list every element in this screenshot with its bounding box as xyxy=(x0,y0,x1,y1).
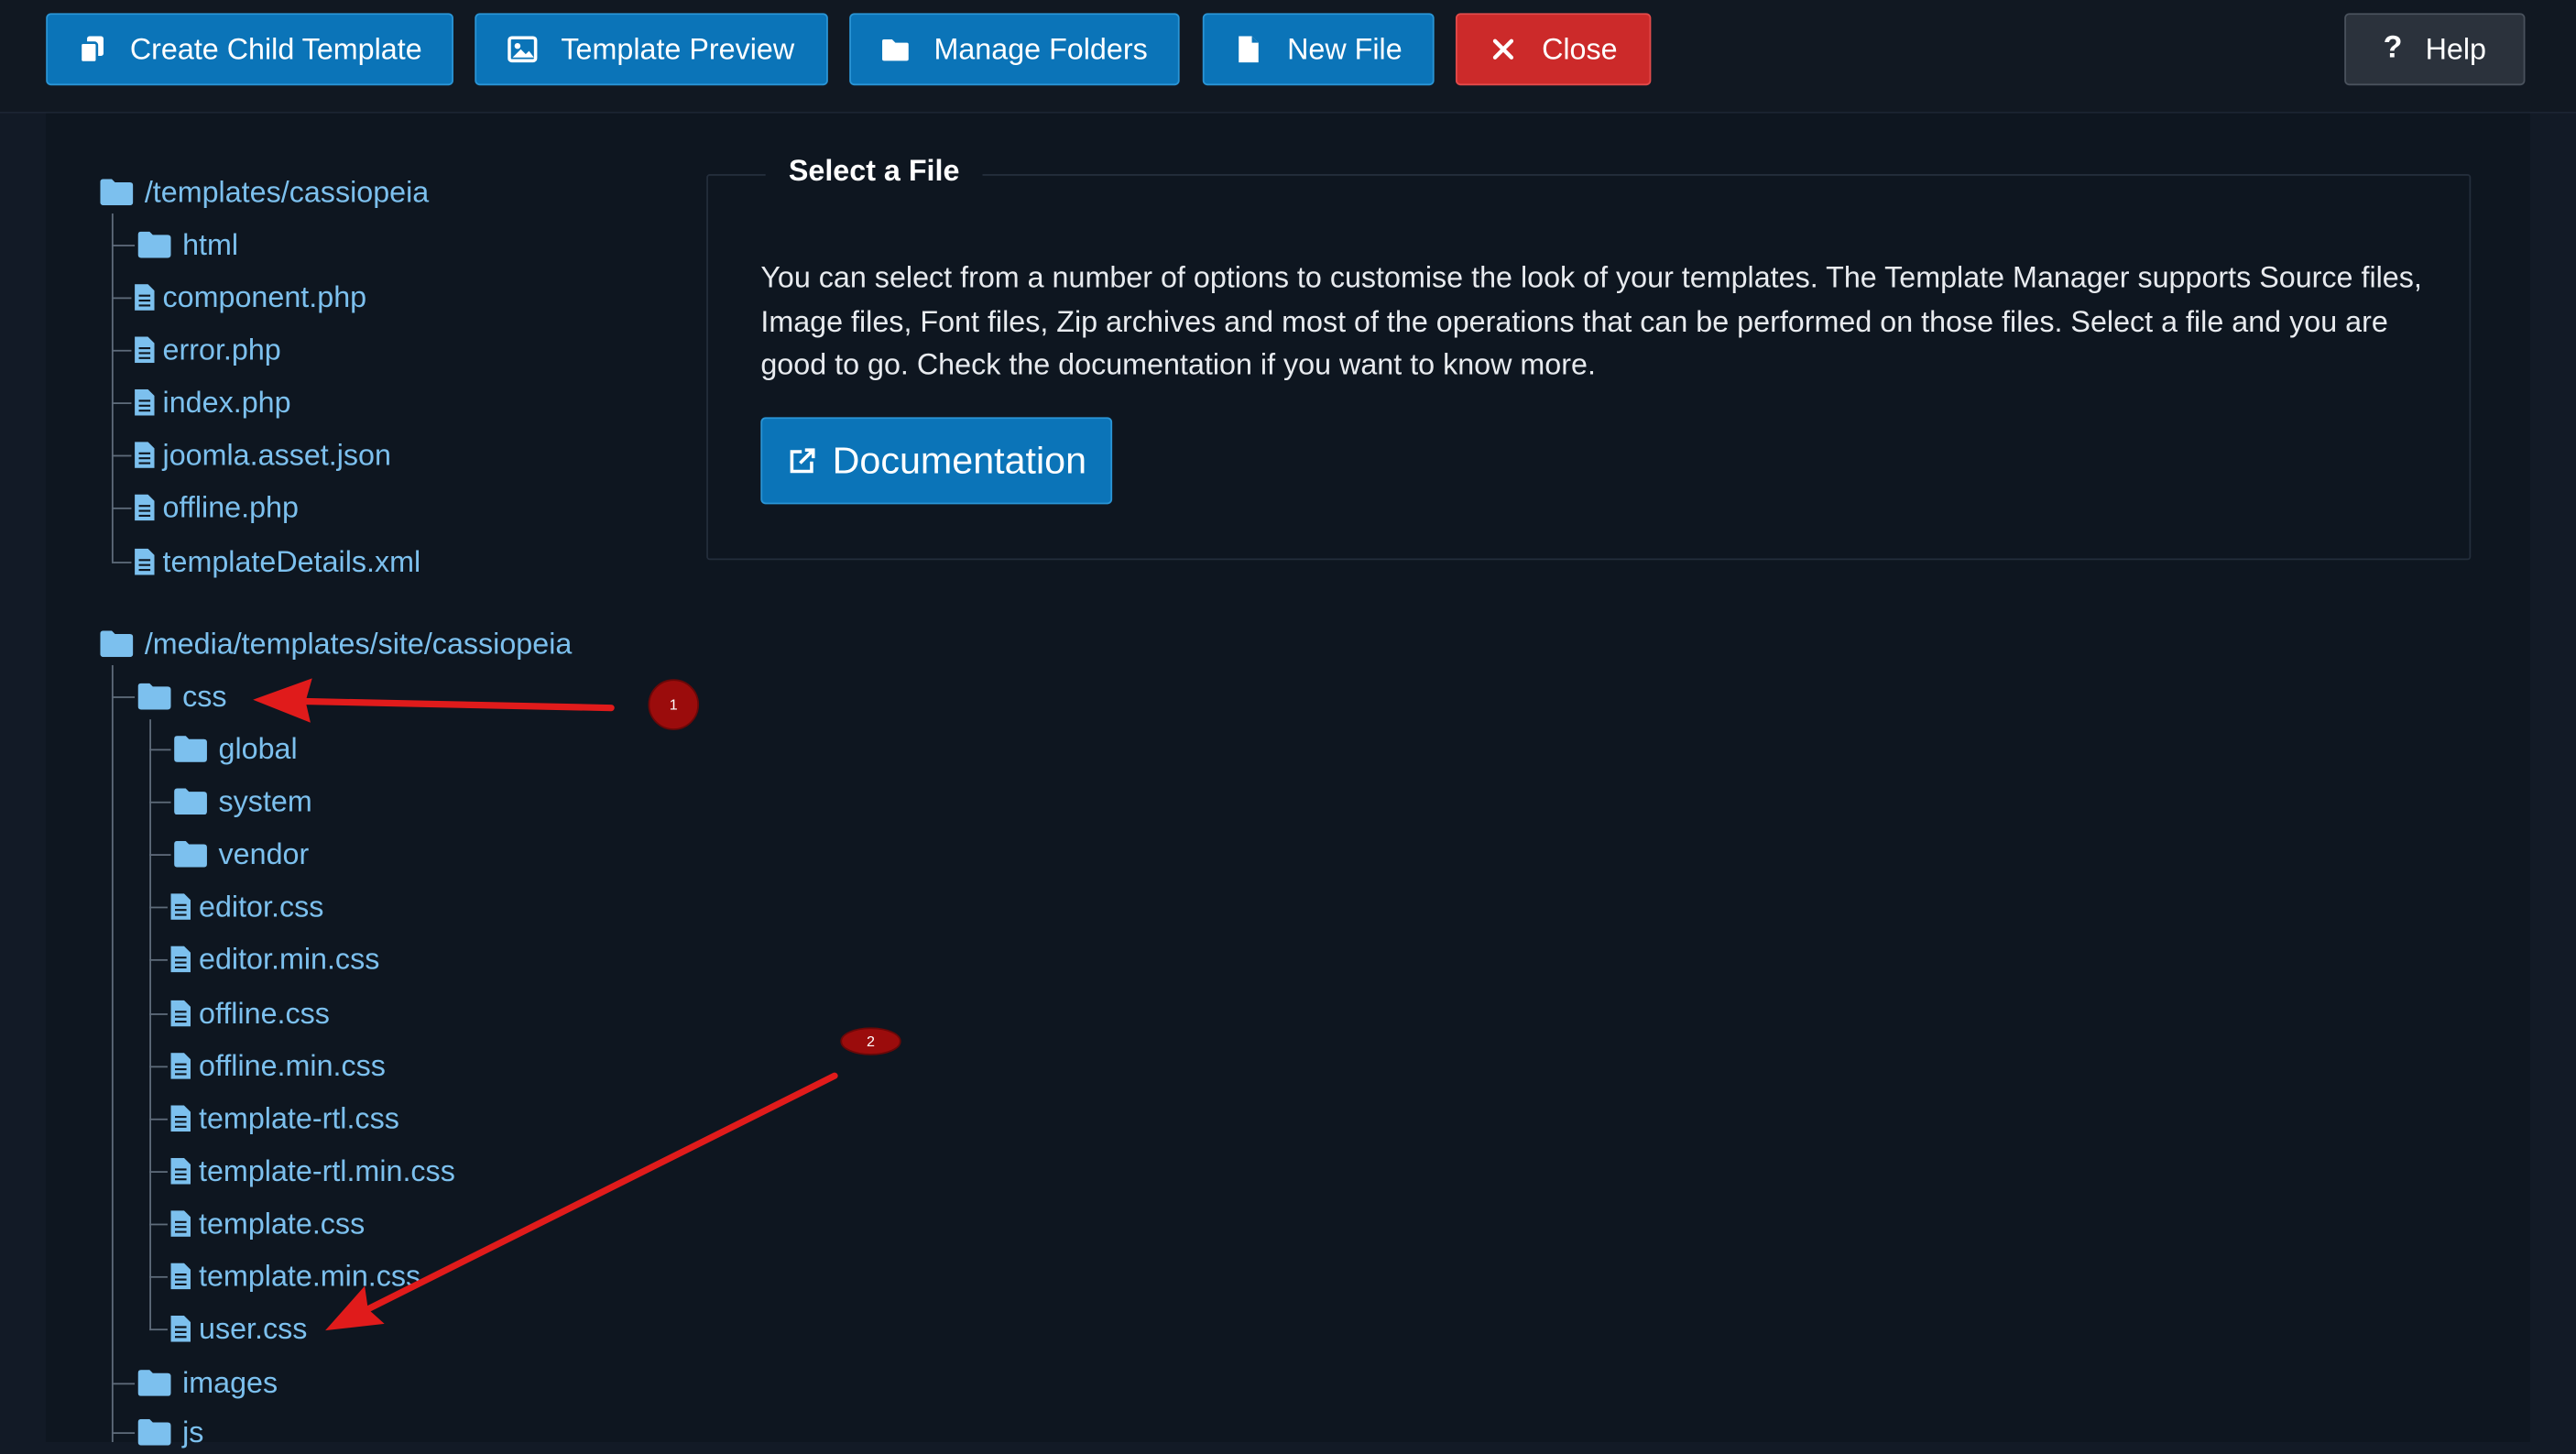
tree-root-label: /media/templates/site/cassiopeia xyxy=(144,626,573,660)
folder-icon xyxy=(174,788,207,815)
file-text-icon xyxy=(135,548,155,575)
file-text-icon xyxy=(135,336,155,364)
tree-folder-js[interactable]: js xyxy=(137,1411,204,1454)
tree-file-label: template.min.css xyxy=(199,1259,421,1292)
tree-file[interactable]: joomla.asset.json xyxy=(135,433,391,476)
tree-folder-label: js xyxy=(182,1415,204,1449)
file-text-icon xyxy=(170,1053,191,1079)
tree-folder-vendor[interactable]: vendor xyxy=(174,833,309,876)
tree-folder-label: global xyxy=(218,731,298,765)
tree-folder-global[interactable]: global xyxy=(174,727,298,771)
tree-root-media[interactable]: /media/templates/site/cassiopeia xyxy=(100,622,572,665)
file-text-icon xyxy=(170,1157,191,1185)
tree-file-label: error.php xyxy=(162,333,281,366)
file-text-icon xyxy=(170,1210,191,1237)
file-text-icon xyxy=(135,442,155,468)
tree-file[interactable]: index.php xyxy=(135,381,291,424)
file-text-icon xyxy=(170,1263,191,1290)
file-text-icon xyxy=(135,494,155,521)
tree-root-label: /templates/cassiopeia xyxy=(144,174,430,208)
folder-icon xyxy=(137,683,171,710)
file-text-icon xyxy=(135,284,155,311)
folder-icon xyxy=(174,840,207,868)
tree-folder-css[interactable]: css xyxy=(137,675,227,718)
tree-file[interactable]: templateDetails.xml xyxy=(135,541,420,584)
tree-root-templates[interactable]: /templates/cassiopeia xyxy=(100,170,429,213)
folder-icon xyxy=(137,231,171,258)
tree-file-label: template-rtl.min.css xyxy=(199,1153,455,1187)
file-text-icon xyxy=(170,946,191,973)
folder-icon xyxy=(100,630,134,658)
tree-file-label: user.css xyxy=(199,1311,308,1345)
file-text-icon xyxy=(170,1000,191,1027)
panel-description: You can select from a number of options … xyxy=(760,261,2422,382)
tree-file[interactable]: component.php xyxy=(135,276,366,319)
tree-file-user-css[interactable]: user.css xyxy=(170,1307,308,1350)
tree-file[interactable]: template-rtl.min.css xyxy=(170,1150,455,1193)
tree-file-label: editor.css xyxy=(199,889,324,923)
tree-file[interactable]: offline.css xyxy=(170,992,330,1035)
tree-file[interactable]: offline.php xyxy=(135,486,299,530)
documentation-label: Documentation xyxy=(832,438,1087,482)
tree-file-label: template-rtl.css xyxy=(199,1101,399,1134)
tree-file[interactable]: error.php xyxy=(135,329,281,372)
tree-file-label: offline.css xyxy=(199,996,330,1030)
folder-icon xyxy=(100,179,134,206)
tree-folder-label: system xyxy=(218,784,312,817)
tree-file[interactable]: template.min.css xyxy=(170,1255,421,1298)
file-text-icon xyxy=(170,1315,191,1342)
folder-icon xyxy=(137,1370,171,1396)
tree-file-label: template.css xyxy=(199,1206,366,1240)
tree-file[interactable]: template-rtl.css xyxy=(170,1098,399,1141)
tree-file-label: component.php xyxy=(162,279,367,313)
tree-file-label: joomla.asset.json xyxy=(162,437,391,471)
tree-file-label: offline.php xyxy=(162,490,299,523)
tree-folder-images[interactable]: images xyxy=(137,1361,278,1405)
file-text-icon xyxy=(135,388,155,416)
tree-file-label: templateDetails.xml xyxy=(162,544,421,578)
file-text-icon xyxy=(170,1105,191,1132)
tree-folder-label: css xyxy=(182,679,227,713)
tree-file-label: offline.min.css xyxy=(199,1048,386,1082)
tree-file[interactable]: editor.css xyxy=(170,885,324,928)
folder-icon xyxy=(137,1418,171,1446)
tree-file[interactable]: offline.min.css xyxy=(170,1044,386,1088)
external-link-icon xyxy=(789,447,814,473)
tree-folder-label: html xyxy=(182,227,239,261)
tree-file[interactable]: template.css xyxy=(170,1202,366,1245)
tree-folder-label: vendor xyxy=(218,836,310,870)
panel-legend: Select a File xyxy=(765,154,983,190)
folder-icon xyxy=(174,736,207,762)
documentation-button[interactable]: Documentation xyxy=(760,417,1113,505)
tree-folder-system[interactable]: system xyxy=(174,781,312,824)
tree-folder-label: images xyxy=(182,1365,278,1399)
tree-file-label: editor.min.css xyxy=(199,942,380,975)
tree-file[interactable]: editor.min.css xyxy=(170,938,380,981)
tree-file-label: index.php xyxy=(162,385,291,419)
tree-folder-html[interactable]: html xyxy=(137,224,239,267)
file-text-icon xyxy=(170,893,191,920)
